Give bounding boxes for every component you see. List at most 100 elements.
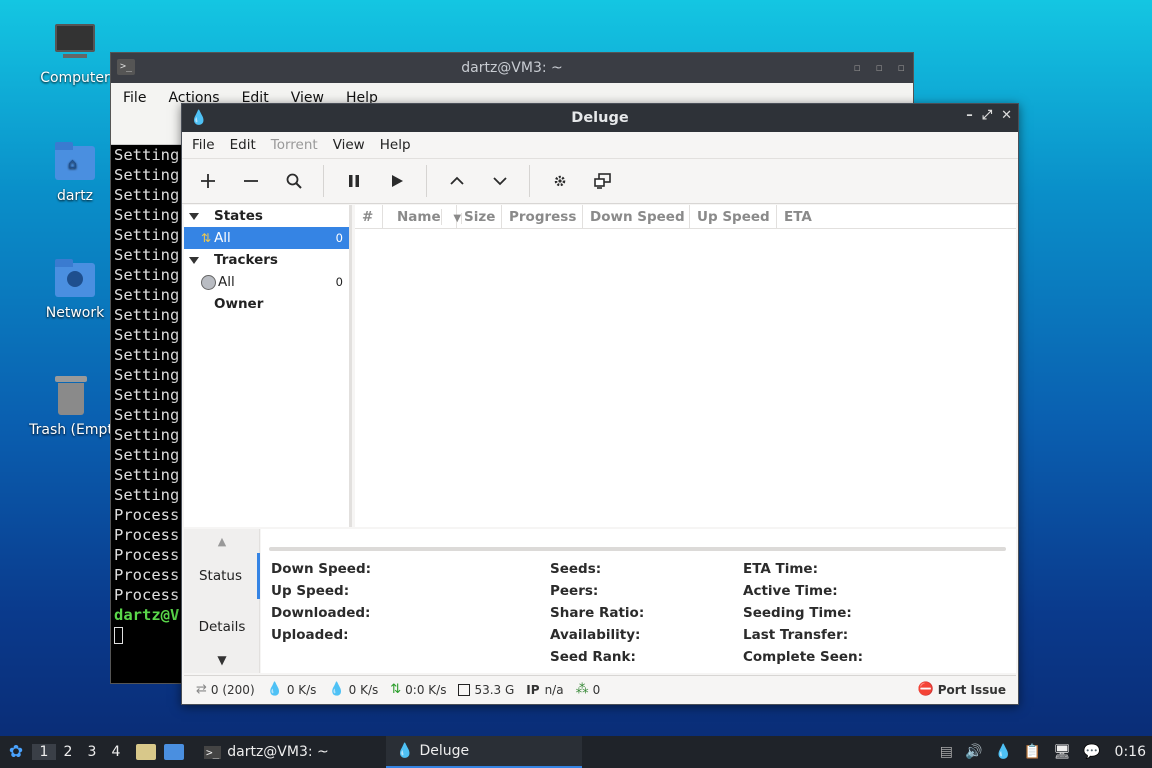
upload-speed-status[interactable]: 💧 0 K/s (328, 682, 378, 697)
desktop-icon-trash[interactable]: Trash (Empt (26, 376, 116, 438)
disk-icon (458, 683, 471, 696)
tab-details[interactable]: Details (184, 607, 260, 647)
desktop-icon-computer[interactable]: Computer (30, 24, 120, 86)
workspace-1[interactable]: 1 (32, 744, 56, 760)
states-header[interactable]: States (184, 205, 349, 227)
clipboard-icon[interactable]: 📋 (1024, 744, 1041, 760)
status-field-label: ETA Time: (743, 561, 818, 577)
column-eta[interactable]: ETA (777, 205, 1016, 228)
menu-view[interactable]: View (333, 137, 365, 153)
free-space-status[interactable]: 53.3 G (458, 683, 514, 697)
desktop-icon-network[interactable]: Network (30, 259, 120, 321)
tab-status[interactable]: Status (184, 553, 260, 599)
notifications-icon[interactable]: 💬 (1083, 744, 1100, 760)
pause-icon (349, 175, 359, 187)
all-states-icon: ⇅ (201, 231, 212, 245)
column-progress[interactable]: Progress (502, 205, 583, 228)
tab-scroll-up-icon[interactable]: ▲ (184, 535, 260, 548)
volume-icon[interactable]: 🔊 (965, 744, 982, 760)
maximize-icon[interactable]: ▫ (876, 61, 883, 74)
minimize-icon[interactable]: ▫ (854, 61, 861, 74)
status-field-label: Peers: (550, 583, 599, 599)
home-folder-icon: ⌂ (53, 142, 97, 182)
details-tabs: ▲ Status Details ▼ (184, 529, 260, 673)
tracker-globe-icon (201, 274, 216, 290)
pause-button[interactable] (336, 163, 372, 199)
desktop-icon-label: Network (45, 305, 105, 321)
deluge-tray-icon[interactable]: 💧 (994, 744, 1011, 760)
port-issue-status[interactable]: ⛔ Port Issue (918, 682, 1007, 697)
toolbar-separator (529, 165, 530, 197)
trash-icon (49, 376, 93, 416)
dht-nodes-icon: ⁂ (575, 682, 589, 697)
column-number[interactable]: # (355, 205, 383, 228)
column-up-speed[interactable]: Up Speed (690, 205, 777, 228)
item-count: 0 (335, 231, 343, 245)
menu-torrent[interactable]: Torrent (271, 137, 318, 153)
file-manager-launcher-icon[interactable] (136, 744, 156, 760)
menu-file[interactable]: File (192, 137, 215, 153)
warning-icon: ⛔ (917, 682, 934, 697)
connection-manager-button[interactable] (585, 163, 621, 199)
maximize-icon[interactable]: ⤢ (982, 108, 992, 123)
column-name[interactable]: Name ▼ (383, 205, 463, 228)
tab-scroll-down-icon[interactable]: ▼ (184, 653, 260, 667)
resume-button[interactable] (379, 163, 415, 199)
column-size[interactable]: Size (457, 205, 502, 228)
protocol-traffic-status[interactable]: ⇅ 0:0 K/s (390, 682, 446, 697)
menu-file[interactable]: File (123, 83, 146, 111)
desktop-icon-label: Computer (40, 70, 110, 86)
desktop-icon-home[interactable]: ⌂ dartz (30, 142, 120, 204)
sidebar-item-trackers-all[interactable]: All 0 (184, 271, 349, 293)
close-icon[interactable]: ▫ (898, 61, 905, 74)
workspace-2[interactable]: 2 (56, 744, 80, 760)
clock[interactable]: 0:16 (1115, 744, 1146, 760)
task-deluge[interactable]: 💧 Deluge (386, 736, 582, 768)
menu-edit[interactable]: Edit (230, 137, 256, 153)
desktop-icon-label: Trash (Empt (29, 422, 113, 438)
close-icon[interactable]: ✕ (1001, 108, 1012, 123)
terminal-icon: >_ (204, 745, 222, 759)
remove-icon (244, 180, 258, 182)
status-field-label: Down Speed: (271, 561, 372, 577)
terminal-titlebar[interactable]: >_ dartz@VM3: ~ ▫ ▫ ▫ (111, 53, 913, 83)
filter-button[interactable] (276, 163, 312, 199)
trackers-header[interactable]: Trackers (184, 249, 349, 271)
updates-icon[interactable]: ▤ (940, 744, 953, 760)
download-speed-status[interactable]: 💧 0 K/s (267, 682, 317, 697)
workspace-4[interactable]: 4 (104, 744, 128, 760)
column-down-speed[interactable]: Down Speed (583, 205, 690, 228)
torrent-list[interactable]: # Name ▼ Size Progress Down Speed Up Spe… (355, 205, 1016, 527)
download-drop-icon: 💧 (266, 682, 283, 697)
connections-status[interactable]: ⇄ 0 (200) (196, 682, 255, 697)
deluge-titlebar[interactable]: 💧 Deluge – ⤢ ✕ (182, 104, 1018, 132)
queue-down-icon (493, 177, 507, 186)
workspace-3[interactable]: 3 (80, 744, 104, 760)
add-torrent-button[interactable] (190, 163, 226, 199)
queue-up-button[interactable] (439, 163, 475, 199)
network-icon[interactable]: 🖥 (1053, 744, 1071, 760)
toolbar-separator (323, 165, 324, 197)
dht-status[interactable]: ⁂ 0 (576, 682, 601, 697)
external-ip-status[interactable]: IP n/a (526, 683, 563, 697)
task-terminal[interactable]: >_ dartz@VM3: ~ (194, 736, 386, 768)
start-menu-icon[interactable]: ✿ (0, 742, 32, 762)
status-field-label: Share Ratio: (550, 605, 645, 621)
play-icon (392, 175, 403, 187)
preferences-button[interactable] (542, 163, 578, 199)
status-field-label: Availability: (550, 627, 641, 643)
menu-help[interactable]: Help (380, 137, 411, 153)
computer-icon (53, 24, 97, 64)
owner-header[interactable]: Owner (184, 293, 349, 315)
status-field-label: Last Transfer: (743, 627, 849, 643)
system-tray: ▤ 🔊 💧 📋 🖥 💬 0:16 (928, 736, 1152, 768)
deluge-title: Deluge (571, 110, 629, 126)
remove-torrent-button[interactable] (233, 163, 269, 199)
expand-triangle-icon (189, 256, 199, 264)
deluge-window[interactable]: 💧 Deluge – ⤢ ✕ File Edit Torrent View He… (181, 103, 1019, 705)
minimize-icon[interactable]: – (966, 108, 973, 123)
sidebar-item-states-all[interactable]: ⇅ All 0 (184, 227, 349, 249)
terminal-title: dartz@VM3: ~ (461, 60, 563, 76)
show-desktop-icon[interactable] (164, 744, 184, 760)
queue-down-button[interactable] (482, 163, 518, 199)
